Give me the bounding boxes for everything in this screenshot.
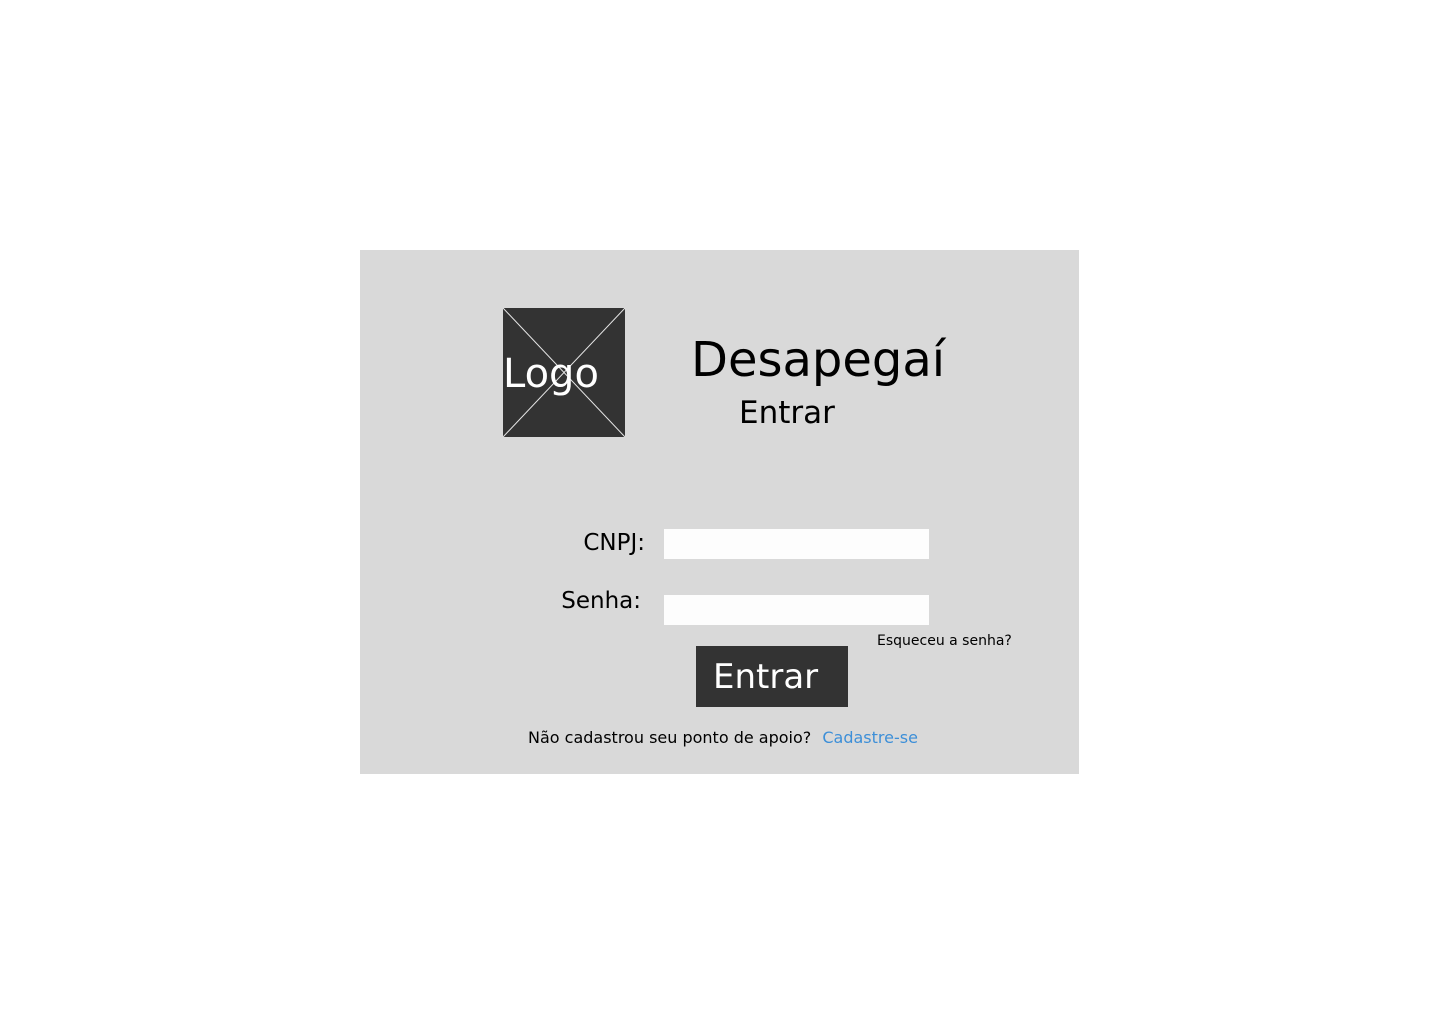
password-input[interactable] <box>664 595 929 625</box>
cnpj-input[interactable] <box>664 529 929 559</box>
forgot-password-link[interactable]: Esqueceu a senha? <box>877 632 1012 650</box>
register-link[interactable]: Cadastre-se <box>822 728 918 747</box>
app-title: Desapegaí <box>691 332 946 388</box>
page-subtitle: Entrar <box>739 395 835 431</box>
logo-label: Logo <box>503 351 599 397</box>
cnpj-label: CNPJ: <box>583 530 645 556</box>
logo-placeholder: Logo <box>503 308 625 437</box>
register-prompt: Não cadastrou seu ponto de apoio? <box>528 728 812 747</box>
login-button[interactable]: Entrar <box>696 646 848 707</box>
register-row: Não cadastrou seu ponto de apoio? Cadast… <box>528 727 918 749</box>
login-card: Logo Desapegaí Entrar CNPJ: Senha: Esque… <box>360 250 1079 774</box>
password-label: Senha: <box>561 588 641 614</box>
